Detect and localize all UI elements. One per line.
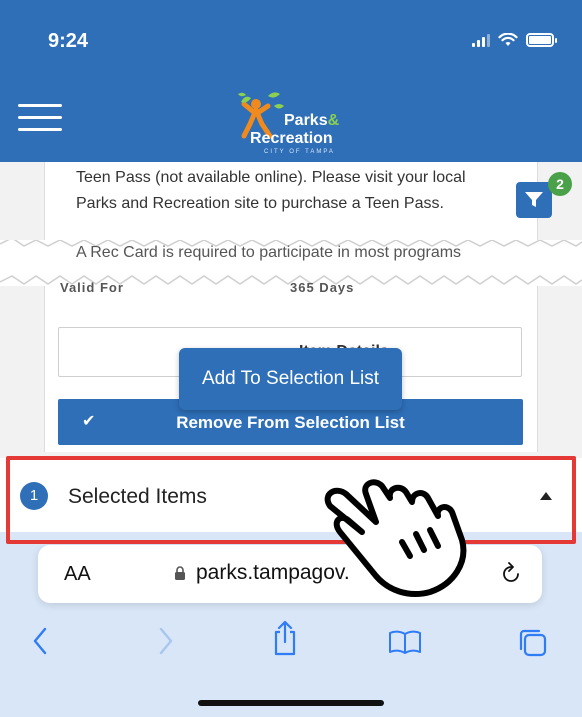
card-description-line: Teen Pass (not available online). Please…: [76, 169, 466, 186]
status-time: 9:24: [48, 30, 89, 52]
filter-button[interactable]: [516, 182, 552, 218]
top-nav-bar: Parks& Recreation CITY OF TAMPA: [0, 88, 582, 162]
add-to-selection-tooltip[interactable]: Add To Selection List: [179, 348, 402, 410]
battery-icon: [526, 33, 557, 47]
card-description-line: A Rec Card is required to participate in…: [76, 244, 462, 261]
signal-icon: [472, 33, 490, 47]
home-indicator: [198, 700, 384, 706]
logo-text-city: CITY OF TAMPA: [264, 149, 335, 155]
parks-recreation-logo[interactable]: Parks& Recreation CITY OF TAMPA: [230, 88, 360, 160]
text-size-label: AA: [64, 563, 91, 585]
status-bar: 9:24: [0, 0, 582, 88]
filter-icon: [525, 192, 543, 207]
tabs-icon[interactable]: [516, 626, 550, 660]
pointing-hand-icon: [324, 479, 467, 597]
highlight-box: [6, 456, 576, 544]
remove-button-label: Remove From Selection List: [176, 413, 405, 432]
logo-text-recreation: Recreation: [250, 130, 333, 147]
back-icon[interactable]: [32, 626, 48, 656]
logo-text-parks: Parks&: [284, 112, 340, 129]
status-icons: [472, 33, 557, 47]
reload-icon[interactable]: [500, 561, 522, 585]
forward-icon[interactable]: [158, 626, 174, 656]
valid-for-value: 365 Days: [290, 280, 355, 295]
card-description-line: Parks and Recreation site to purchase a …: [76, 195, 444, 212]
lock-icon: [175, 566, 185, 580]
bookmarks-icon[interactable]: [388, 630, 422, 654]
text-size-button[interactable]: AA: [64, 563, 91, 586]
wifi-icon: [498, 33, 518, 46]
hamburger-menu-button[interactable]: [18, 104, 62, 140]
valid-for-label: Valid For: [60, 280, 124, 295]
share-icon[interactable]: [272, 620, 298, 656]
filter-count-badge: 2: [548, 172, 572, 196]
